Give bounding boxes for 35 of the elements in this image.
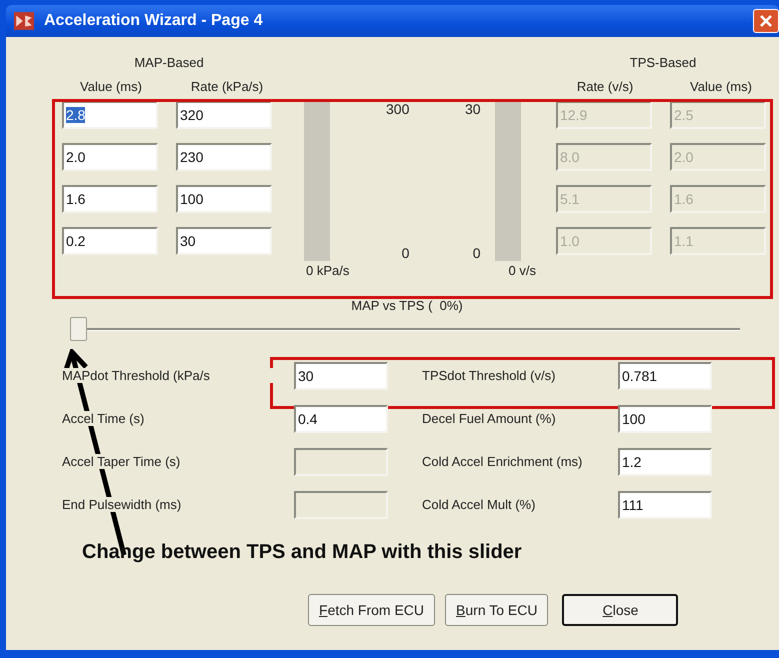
slider-thumb[interactable] bbox=[70, 317, 87, 341]
window-title: Acceleration Wizard - Page 4 bbox=[44, 12, 264, 30]
setting-field[interactable]: 100 bbox=[618, 404, 712, 432]
dialog-button[interactable]: Fetch From ECU bbox=[308, 594, 436, 626]
column-header: Value (ms) bbox=[689, 79, 753, 96]
scale-max-label: 30 bbox=[464, 101, 481, 117]
rate-field[interactable]: 100 bbox=[176, 185, 272, 213]
dialog-button[interactable]: Close bbox=[562, 594, 678, 626]
group-heading: TPS-Based bbox=[628, 55, 698, 72]
column-header: Value (ms) bbox=[79, 79, 143, 96]
scale-min-label: 0 bbox=[402, 245, 410, 261]
bar-unit-label: 0 v/s bbox=[508, 263, 536, 278]
group-heading: MAP-Based bbox=[133, 55, 205, 72]
close-icon[interactable] bbox=[753, 9, 779, 33]
setting-field[interactable]: 0.4 bbox=[294, 404, 388, 432]
rate-field[interactable]: 320 bbox=[176, 101, 272, 129]
setting-field[interactable]: 0.781 bbox=[618, 362, 712, 390]
setting-field[interactable]: 1.2 bbox=[618, 448, 712, 476]
value-field[interactable]: 1.6 bbox=[62, 185, 158, 213]
app-icon bbox=[14, 12, 34, 30]
slider-label: MAP vs TPS ( 0%) bbox=[350, 298, 464, 313]
rate-field[interactable]: 230 bbox=[176, 143, 272, 171]
setting-field[interactable]: 111 bbox=[618, 490, 712, 518]
value-field[interactable]: 2.8 bbox=[62, 101, 158, 129]
scale-max-label: 300 bbox=[386, 101, 410, 117]
scale-min-label: 0 bbox=[472, 245, 481, 261]
setting-field[interactable]: 30 bbox=[294, 362, 388, 390]
bar-unit-label: 0 kPa/s bbox=[306, 263, 350, 278]
dialog-button[interactable]: Burn To ECU bbox=[445, 594, 548, 626]
column-header: Rate (kPa/s) bbox=[190, 79, 264, 96]
rate-field[interactable]: 30 bbox=[176, 227, 272, 255]
value-field[interactable]: 2.0 bbox=[62, 143, 158, 171]
annotation-text: Change between TPS and MAP with this slider bbox=[82, 541, 523, 564]
value-field[interactable]: 0.2 bbox=[62, 227, 158, 255]
column-header: Rate (v/s) bbox=[576, 79, 634, 96]
